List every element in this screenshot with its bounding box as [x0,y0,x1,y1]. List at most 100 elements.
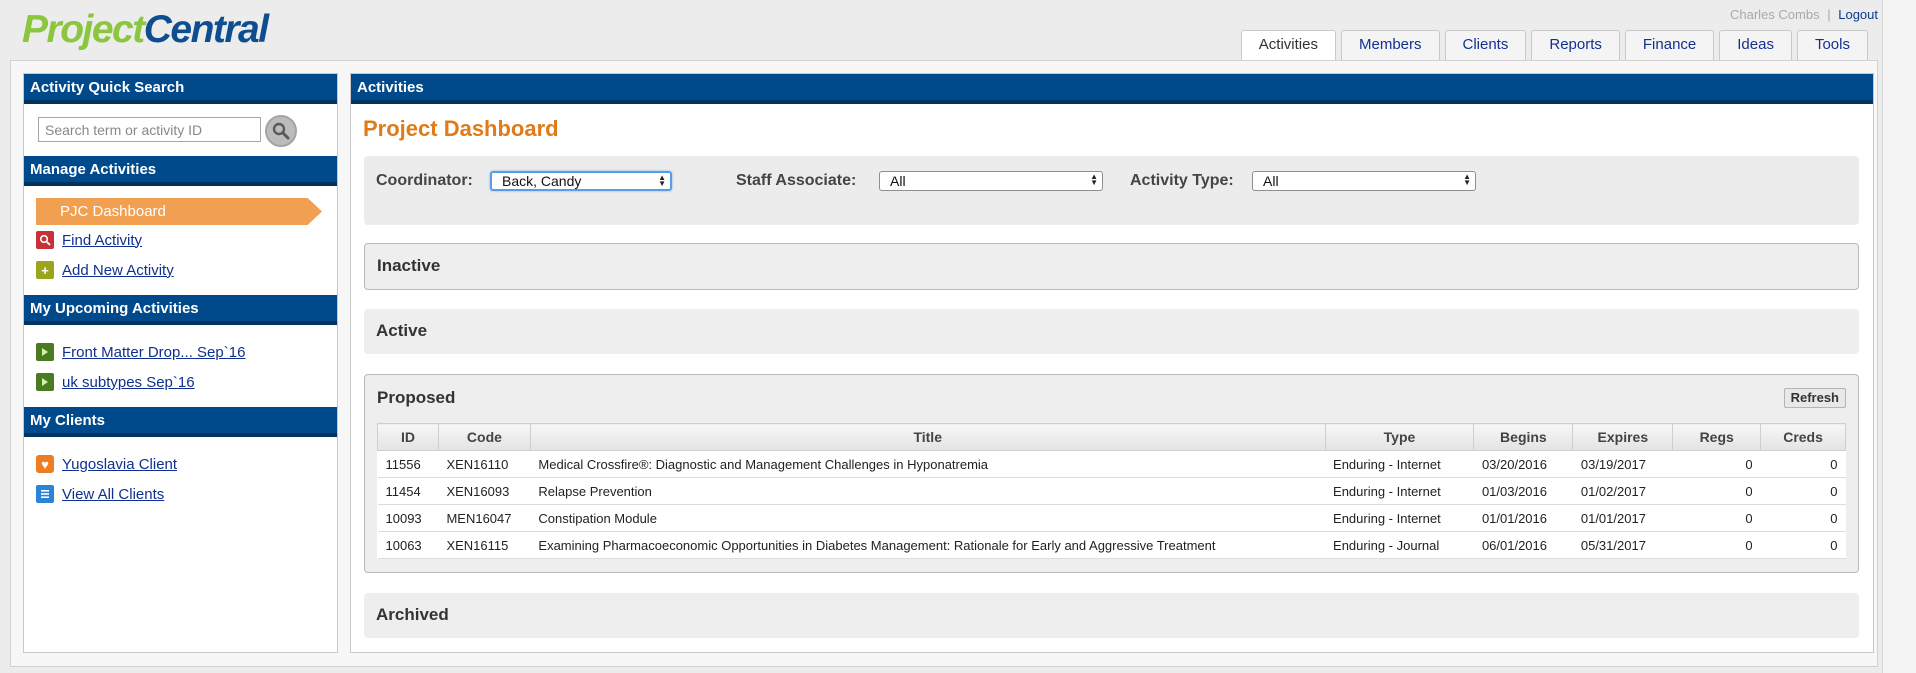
cell-begins: 01/03/2016 [1473,477,1573,505]
add-new-activity-link[interactable]: Add New Activity [62,262,174,279]
upcoming-item: uk subtypes Sep`16 [24,367,337,397]
select-arrows-icon: ▲ ▼ [1090,172,1098,187]
search-button[interactable] [265,115,297,147]
coordinator-label: Coordinator: [376,172,473,189]
search-icon [272,122,290,140]
cell-type: Enduring - Journal [1325,531,1474,559]
tab-reports[interactable]: Reports [1531,30,1620,60]
cell-code: MEN16047 [438,504,531,532]
coordinator-value: Back, Candy [502,173,582,189]
table-row[interactable]: 10093 MEN16047 Constipation Module Endur… [377,504,1846,532]
refresh-button[interactable]: Refresh [1783,388,1846,408]
proposed-title: Proposed [377,388,456,407]
logout-link[interactable]: Logout [1838,7,1878,22]
proposed-table: ID Code Title Type Begins Expires Regs C… [377,423,1846,559]
cell-id: 10063 [377,531,439,559]
col-type[interactable]: Type [1324,423,1475,451]
table-header-row: ID Code Title Type Begins Expires Regs C… [377,423,1846,451]
user-name: Charles Combs [1730,7,1820,22]
cell-regs: 0 [1672,450,1761,478]
filter-bar: Coordinator: Back, Candy ▲ ▼ Staff Associ… [364,156,1859,225]
play-arrow-icon [36,373,54,391]
upcoming-activity-link-1[interactable]: Front Matter Drop... Sep`16 [62,344,245,361]
cell-creds: 0 [1760,477,1846,505]
upcoming-activity-link-2[interactable]: uk subtypes Sep`16 [62,374,195,391]
cell-creds: 0 [1760,504,1846,532]
table-row[interactable]: 11556 XEN16110 Medical Crossfire®: Diagn… [377,450,1846,478]
active-title: Active [376,321,428,340]
manage-activities-header: Manage Activities [24,156,337,186]
upcoming-item: Front Matter Drop... Sep`16 [24,337,337,367]
logo-central: Central [143,8,269,51]
cell-expires: 01/01/2017 [1572,504,1673,532]
client-link[interactable]: Yugoslavia Client [62,456,177,473]
activity-type-select[interactable]: All ▲ ▼ [1252,171,1476,191]
inactive-section[interactable]: Inactive [364,243,1859,290]
upcoming-activities-list: Front Matter Drop... Sep`16 uk subtypes … [24,325,337,407]
cell-title: Medical Crossfire®: Diagnostic and Manag… [530,450,1326,478]
client-item: ♥ Yugoslavia Client [24,449,337,479]
view-all-clients-link[interactable]: View All Clients [62,486,164,503]
active-section[interactable]: Active [364,309,1859,354]
tab-finance[interactable]: Finance [1624,30,1715,60]
archived-section[interactable]: Archived [364,593,1859,638]
select-arrows-icon: ▲ ▼ [1463,172,1471,187]
play-arrow-icon [36,343,54,361]
pjc-dashboard-item[interactable]: PJC Dashboard [36,198,322,225]
cell-title: Relapse Prevention [530,477,1326,505]
user-bar: Charles Combs | Logout [1730,7,1878,22]
cell-title: Examining Pharmacoeconomic Opportunities… [530,531,1326,559]
quick-search-row [24,104,337,156]
col-code[interactable]: Code [437,423,531,451]
window-edge [1882,0,1916,673]
logo-project: Project [22,8,145,51]
staff-associate-select[interactable]: All ▲ ▼ [879,171,1103,191]
tab-clients[interactable]: Clients [1444,30,1527,60]
select-arrows-icon: ▲ ▼ [658,173,666,188]
tab-ideas[interactable]: Ideas [1719,30,1792,60]
main-tabs: Activities Members Clients Reports Finan… [1240,30,1868,61]
find-activity-item: Find Activity [24,225,337,255]
search-input[interactable] [38,117,261,142]
plus-icon: + [36,261,54,279]
tab-activities[interactable]: Activities [1240,30,1336,61]
list-icon [36,485,54,503]
cell-id: 10093 [377,504,439,532]
inactive-title: Inactive [377,256,441,275]
main-panel: Activities Project Dashboard Coordinator… [350,73,1874,653]
col-id[interactable]: ID [377,423,439,451]
table-row[interactable]: 10063 XEN16115 Examining Pharmacoeconomi… [377,531,1846,559]
col-expires[interactable]: Expires [1572,423,1674,451]
cell-title: Constipation Module [530,504,1326,532]
col-title[interactable]: Title [529,423,1326,451]
table-row[interactable]: 11454 XEN16093 Relapse Prevention Enduri… [377,477,1846,505]
activities-header: Activities [351,74,1873,104]
page-title: Project Dashboard [363,116,559,141]
activity-type-value: All [1263,173,1279,189]
cell-id: 11556 [377,450,439,478]
activity-type-label: Activity Type: [1130,172,1234,189]
manage-activities-list: PJC Dashboard Find Activity + Add New Ac… [24,186,337,295]
cell-code: XEN16110 [438,450,531,478]
archived-title: Archived [376,605,449,624]
coordinator-select[interactable]: Back, Candy ▲ ▼ [490,171,672,191]
proposed-section: Proposed Refresh ID Code Title Type Begi… [364,374,1859,573]
tab-members[interactable]: Members [1340,30,1440,60]
my-clients-header: My Clients [24,407,337,437]
app-logo[interactable]: ProjectCentral [22,6,269,54]
cell-regs: 0 [1672,531,1761,559]
col-creds[interactable]: Creds [1760,423,1846,451]
upcoming-activities-header: My Upcoming Activities [24,295,337,325]
user-separator: | [1827,7,1831,22]
cell-creds: 0 [1760,450,1846,478]
tab-tools[interactable]: Tools [1796,30,1868,60]
find-activity-link[interactable]: Find Activity [62,232,142,249]
cell-begins: 01/01/2016 [1473,504,1573,532]
col-begins[interactable]: Begins [1473,423,1574,451]
col-regs[interactable]: Regs [1672,423,1762,451]
cell-expires: 01/02/2017 [1572,477,1673,505]
add-activity-item: + Add New Activity [24,255,337,285]
cell-id: 11454 [377,477,439,505]
cell-expires: 05/31/2017 [1572,531,1673,559]
cell-code: XEN16115 [438,531,531,559]
